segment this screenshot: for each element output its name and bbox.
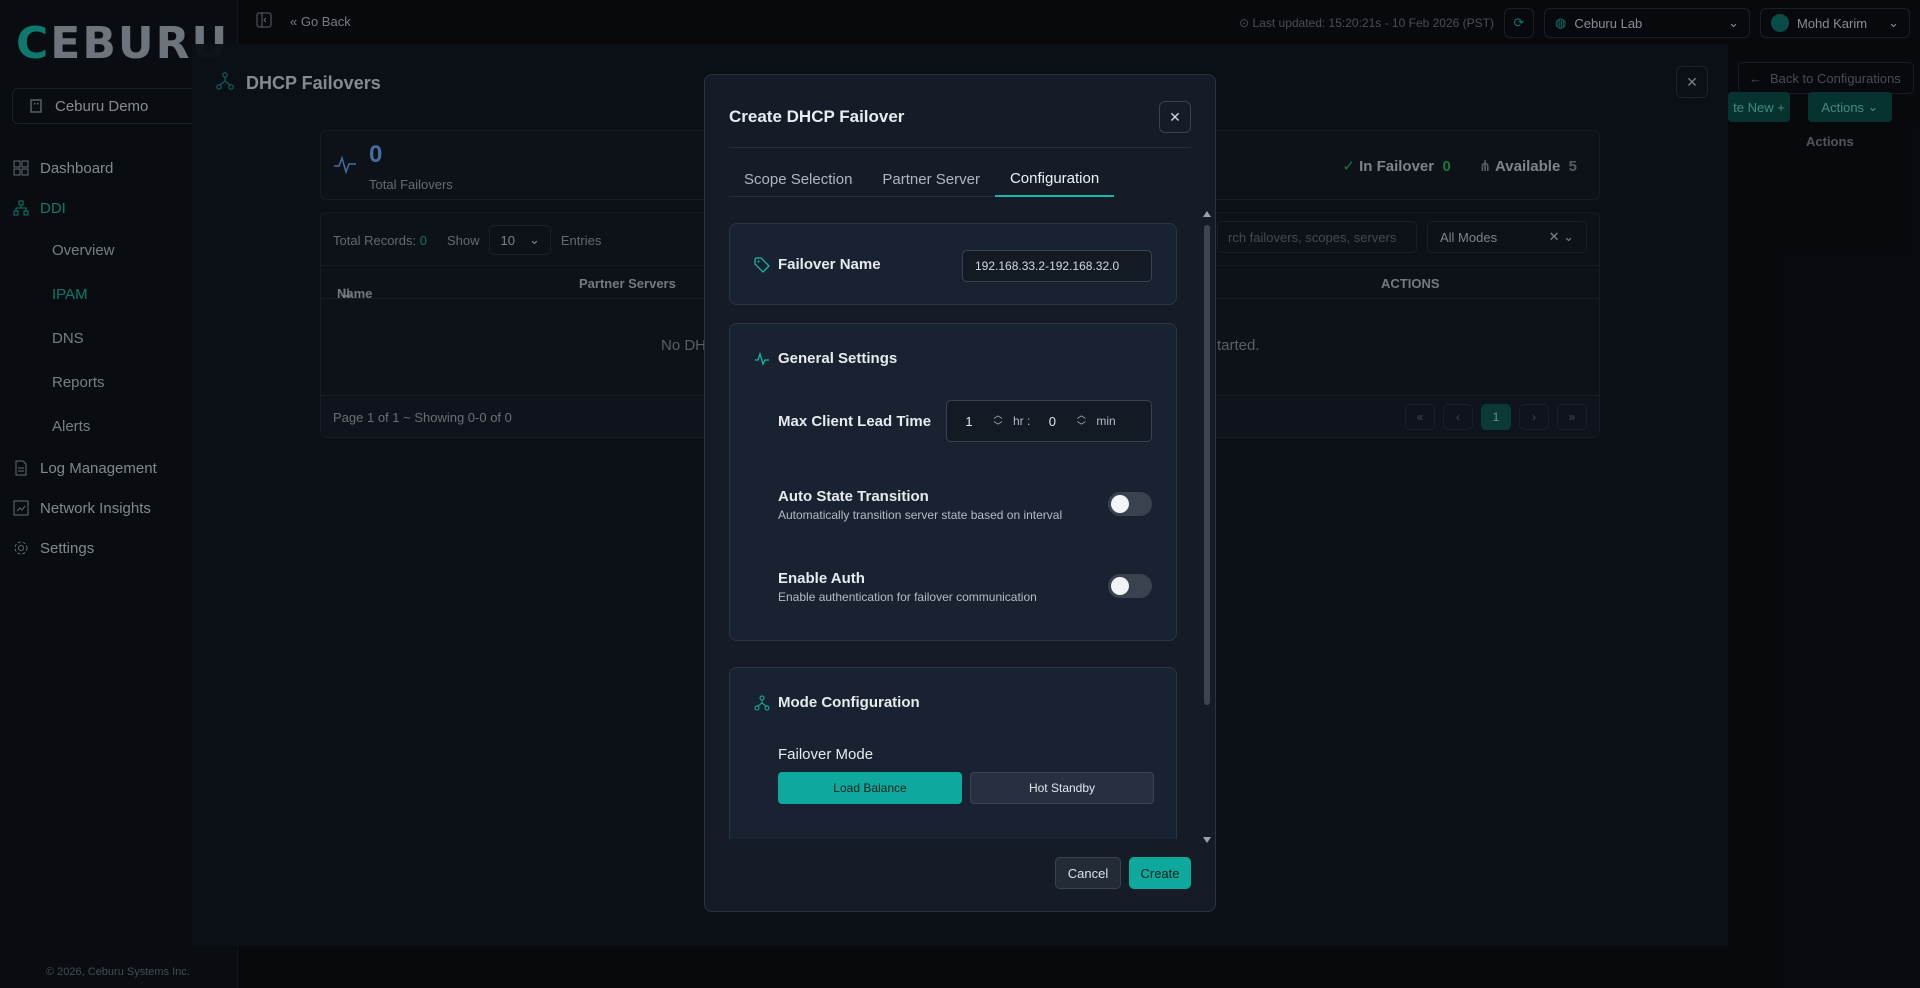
- modal-tabs: Scope Selection Partner Server Configura…: [729, 161, 1115, 197]
- general-settings-card: General Settings Max Client Lead Time 1 …: [729, 323, 1177, 641]
- chevron-down-icon[interactable]: ﹀: [1077, 422, 1086, 431]
- toggle-knob: [1111, 495, 1129, 513]
- failover-name-label-text: Failover Name: [778, 256, 881, 273]
- tab-scope-selection[interactable]: Scope Selection: [729, 161, 867, 197]
- failover-mode-label: Failover Mode: [778, 746, 874, 763]
- close-icon: ✕: [1169, 108, 1181, 125]
- modal-close-button[interactable]: ✕: [1159, 101, 1191, 133]
- mode-configuration-card: Mode Configuration Failover Mode Load Ba…: [729, 667, 1177, 839]
- general-settings-title: General Settings: [754, 350, 897, 367]
- mode-configuration-title: Mode Configuration: [754, 694, 920, 711]
- failover-name-label: Failover Name: [754, 256, 881, 273]
- auto-state-toggle[interactable]: [1108, 492, 1152, 516]
- pulse-icon: [754, 351, 770, 367]
- tab-configuration[interactable]: Configuration: [994, 161, 1115, 197]
- minutes-unit: min: [1096, 414, 1116, 428]
- hours-stepper[interactable]: ︿ ﹀: [991, 411, 1005, 431]
- lead-time-input-group: 1 ︿ ﹀ hr : 0 ︿ ﹀ min: [946, 400, 1152, 442]
- toggle-knob: [1111, 577, 1129, 595]
- create-failover-modal: Create DHCP Failover ✕ Scope Selection P…: [704, 74, 1216, 912]
- tab-partner-server[interactable]: Partner Server: [867, 161, 995, 197]
- chevron-down-icon[interactable]: ﹀: [993, 422, 1002, 431]
- scroll-thumb[interactable]: [1204, 225, 1210, 705]
- lead-minutes-input[interactable]: 0: [1030, 414, 1074, 429]
- modal-scroll-area[interactable]: Failover Name General Settings Max Clien…: [729, 223, 1177, 839]
- lead-time-label: Max Client Lead Time: [778, 413, 932, 430]
- tag-icon: [754, 256, 770, 273]
- load-balance-button[interactable]: Load Balance: [778, 772, 962, 804]
- scroll-down-arrow[interactable]: [1203, 837, 1211, 843]
- enable-auth-description: Enable authentication for failover commu…: [778, 590, 1037, 604]
- cancel-button[interactable]: Cancel: [1055, 857, 1121, 889]
- scroll-up-arrow[interactable]: [1203, 211, 1211, 217]
- network-icon: [754, 695, 770, 711]
- hot-standby-button[interactable]: Hot Standby: [970, 772, 1154, 804]
- hours-unit: hr :: [1013, 414, 1031, 428]
- auto-state-description: Automatically transition server state ba…: [778, 508, 1063, 522]
- failover-name-card: Failover Name: [729, 223, 1177, 305]
- minutes-stepper[interactable]: ︿ ﹀: [1074, 411, 1088, 431]
- general-settings-title-text: General Settings: [778, 350, 898, 367]
- chevron-up-icon[interactable]: ︿: [1077, 411, 1086, 420]
- chevron-up-icon[interactable]: ︿: [993, 411, 1002, 420]
- modal-divider: [729, 147, 1191, 148]
- failover-name-input[interactable]: [962, 250, 1152, 282]
- mode-configuration-title-text: Mode Configuration: [778, 694, 920, 711]
- create-button[interactable]: Create: [1129, 857, 1191, 889]
- enable-auth-label: Enable Auth: [778, 570, 865, 587]
- auto-state-label: Auto State Transition: [778, 488, 929, 505]
- modal-scrollbar[interactable]: [1203, 211, 1211, 843]
- enable-auth-toggle[interactable]: [1108, 574, 1152, 598]
- modal-title: Create DHCP Failover: [729, 107, 905, 126]
- lead-hours-input[interactable]: 1: [947, 414, 991, 429]
